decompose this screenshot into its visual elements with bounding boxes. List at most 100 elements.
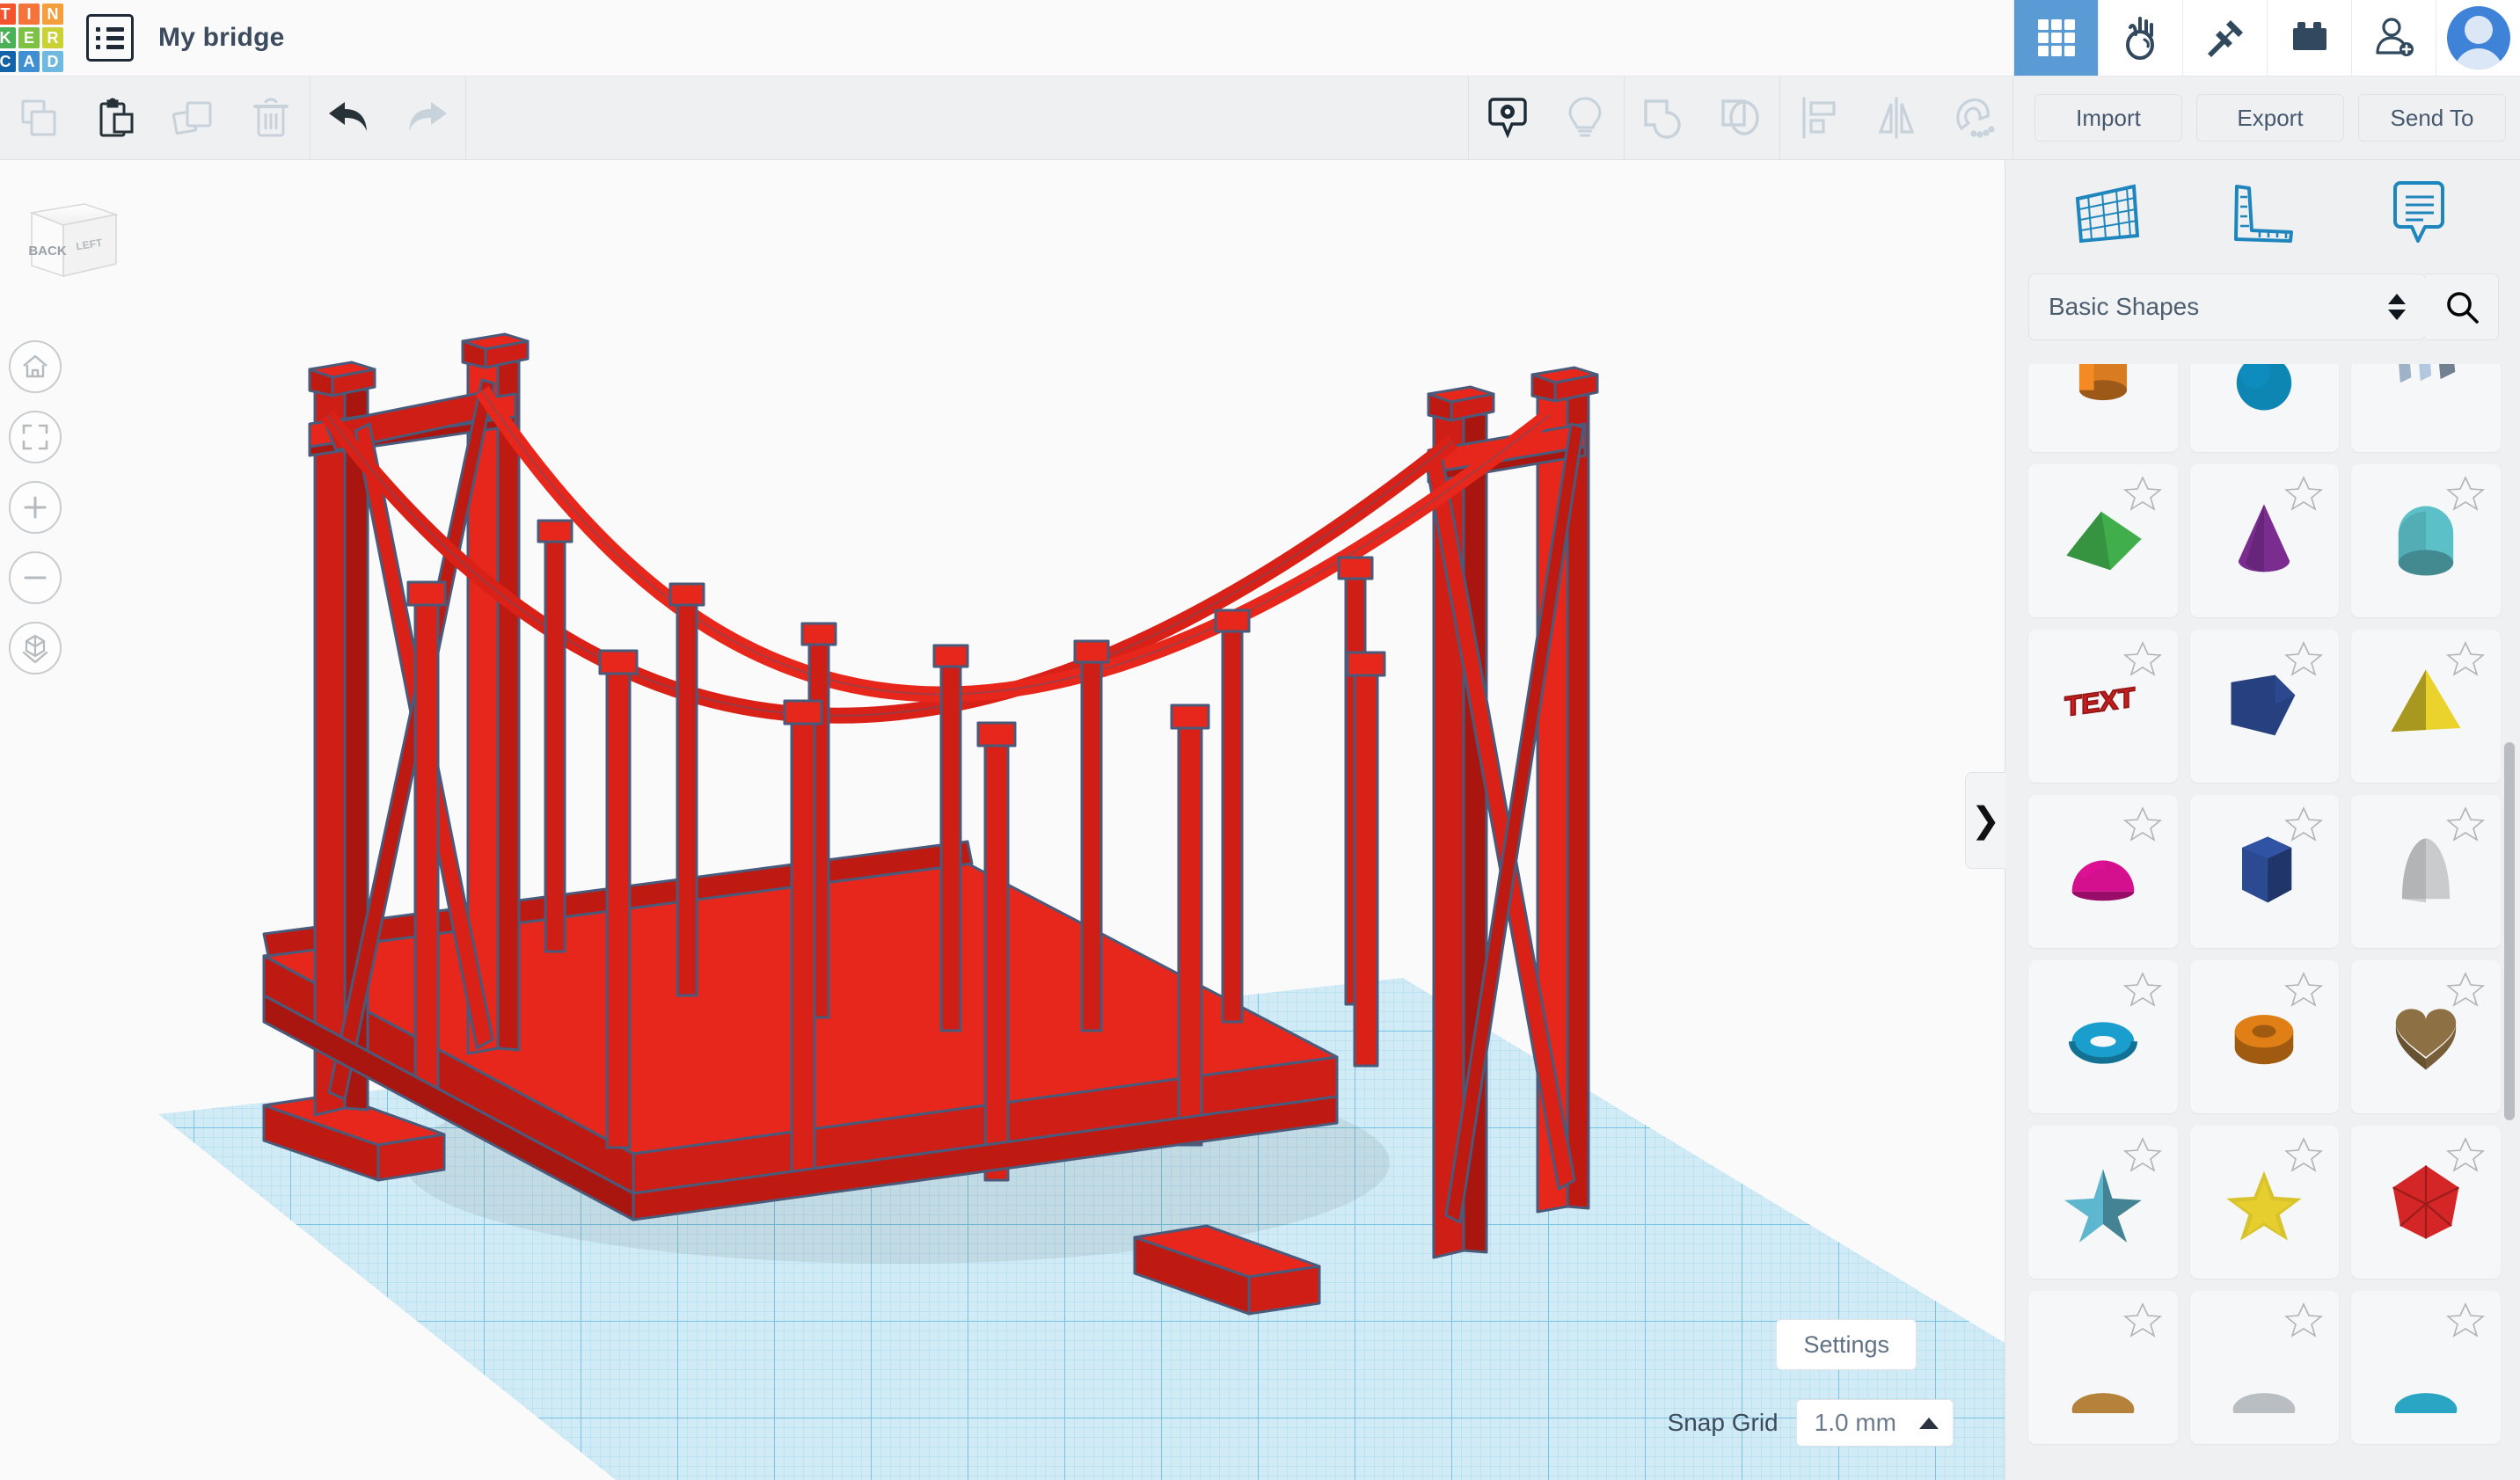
delete-icon[interactable]	[232, 76, 310, 160]
fit-to-view-icon[interactable]	[9, 411, 62, 463]
top-header-bar: TIN KER CAD My bridge	[0, 0, 2520, 76]
paraboloid-shape[interactable]	[2351, 364, 2501, 452]
shape-list[interactable]: TEXT	[2005, 364, 2520, 1480]
favorite-star-icon[interactable]	[2284, 640, 2324, 682]
settings-button[interactable]: Settings	[1776, 1319, 1917, 1370]
arrange-tool-group	[1780, 76, 2012, 160]
history-tool-group	[310, 76, 465, 160]
favorite-star-icon[interactable]	[2122, 806, 2162, 847]
design-canvas[interactable]: BACK LEFT Settings Snap Grid 1.0 mm	[0, 160, 2005, 1480]
workplane-tab-icon[interactable]	[2058, 171, 2155, 254]
snap-grid-select[interactable]: 1.0 mm	[1795, 1399, 1954, 1447]
torus-shape[interactable]	[2028, 960, 2178, 1113]
pyramid-shape[interactable]	[2351, 630, 2501, 783]
cylinder-shape-thumbnail	[2055, 364, 2151, 424]
shape-category-value: Basic Shapes	[2049, 293, 2200, 320]
cylinder-shape[interactable]	[2028, 364, 2178, 452]
import-button[interactable]: Import	[2034, 94, 2182, 142]
text-shape[interactable]: TEXT	[2028, 630, 2178, 783]
favorite-star-icon[interactable]	[2445, 971, 2486, 1012]
tube-shape[interactable]	[2189, 960, 2340, 1113]
favorite-star-icon[interactable]	[2445, 1301, 2486, 1343]
polygon-shape[interactable]	[2189, 795, 2340, 948]
half-sphere-shape[interactable]	[2028, 795, 2178, 948]
cone-grey-shape[interactable]	[2351, 795, 2501, 948]
redo-icon[interactable]	[388, 76, 465, 160]
group-icon[interactable]	[1625, 76, 1702, 160]
document-title[interactable]: My bridge	[158, 23, 284, 53]
polyhedron-shape[interactable]	[2351, 1126, 2501, 1279]
favorite-star-icon[interactable]	[2445, 1136, 2486, 1177]
cone-shape[interactable]	[2189, 464, 2340, 617]
sphere-shape[interactable]	[2189, 364, 2340, 452]
notes-tab-icon[interactable]	[2370, 171, 2467, 254]
main-toolbar: Import Export Send To	[0, 76, 2520, 160]
ungroup-icon[interactable]	[1702, 76, 1779, 160]
favorite-star-icon[interactable]	[2445, 475, 2486, 516]
panel-tabs	[2005, 160, 2520, 266]
star-flat-shape[interactable]	[2189, 1126, 2340, 1279]
magnet-snap-icon[interactable]	[1935, 76, 2012, 160]
undo-icon[interactable]	[310, 76, 388, 160]
tinkercad-logo[interactable]: TIN KER CAD	[0, 0, 63, 76]
align-icon[interactable]	[1780, 76, 1858, 160]
favorite-star-icon[interactable]	[2122, 640, 2162, 682]
copy-icon[interactable]	[0, 76, 77, 160]
box-shape[interactable]	[2189, 630, 2340, 783]
suspension-bridge-model	[262, 332, 1599, 1316]
3d-design-icon[interactable]	[2013, 0, 2098, 76]
favorite-star-icon[interactable]	[2284, 475, 2324, 516]
duplicate-icon[interactable]	[155, 76, 232, 160]
favorite-star-icon[interactable]	[2284, 1301, 2324, 1343]
favorite-star-icon[interactable]	[2122, 971, 2162, 1012]
list-document-icon[interactable]	[86, 14, 134, 62]
favorite-star-icon[interactable]	[2122, 1301, 2162, 1343]
add-person-icon[interactable]	[2351, 0, 2436, 76]
ruler-tab-icon[interactable]	[2214, 171, 2311, 254]
search-icon[interactable]	[2425, 273, 2499, 340]
ortho-perspective-icon[interactable]	[9, 622, 62, 674]
minecraft-pickaxe-icon[interactable]	[2182, 0, 2267, 76]
view-tool-group	[1469, 76, 1624, 160]
avatar[interactable]	[2436, 0, 2520, 76]
star-3d-shape[interactable]	[2028, 1126, 2178, 1279]
favorite-star-icon[interactable]	[2445, 640, 2486, 682]
favorite-star-icon[interactable]	[2122, 475, 2162, 516]
logo-tile-i: I	[18, 4, 40, 25]
send-to-button[interactable]: Send To	[2358, 94, 2506, 142]
logo-tile-e: E	[18, 27, 40, 48]
zoom-in-icon[interactable]	[9, 481, 62, 534]
codeblocks-icon[interactable]	[2098, 0, 2182, 76]
logo-tile-t: T	[0, 4, 16, 25]
lego-brick-icon[interactable]	[2267, 0, 2351, 76]
favorite-star-icon[interactable]	[2284, 806, 2324, 847]
favorite-star-icon[interactable]	[2122, 1136, 2162, 1177]
paste-icon[interactable]	[77, 76, 155, 160]
caret-up-icon	[1919, 1417, 1939, 1429]
panel-collapse-button[interactable]: ❯	[1965, 771, 2005, 869]
view-navigation-controls	[9, 340, 62, 674]
zoom-out-icon[interactable]	[9, 551, 62, 604]
shape-list-scrollbar[interactable]	[2504, 742, 2515, 1120]
teal-shape[interactable]	[2351, 1291, 2501, 1444]
logo-tile-c: C	[0, 51, 16, 72]
extrusion-shape[interactable]	[2028, 1291, 2178, 1444]
chevron-updown-icon	[2388, 294, 2406, 320]
favorite-star-icon[interactable]	[2284, 971, 2324, 1012]
lightbulb-icon[interactable]	[1546, 76, 1624, 160]
heart-shape[interactable]	[2351, 960, 2501, 1113]
shape-category-select[interactable]: Basic Shapes	[2028, 273, 2426, 340]
favorite-star-icon[interactable]	[2284, 1136, 2324, 1177]
snap-grid-control: Snap Grid 1.0 mm	[1668, 1399, 1954, 1447]
home-view-icon[interactable]	[9, 340, 62, 393]
show-hide-icon[interactable]	[1469, 76, 1546, 160]
mirror-icon[interactable]	[1858, 76, 1935, 160]
export-button[interactable]: Export	[2196, 94, 2344, 142]
logo-tile-a: A	[18, 51, 40, 72]
roof-shape[interactable]	[2351, 464, 2501, 617]
cylinder-grey-shape[interactable]	[2189, 1291, 2340, 1444]
wedge-shape[interactable]	[2028, 464, 2178, 617]
favorite-star-icon[interactable]	[2445, 806, 2486, 847]
shape-category-row: Basic Shapes	[2005, 266, 2520, 364]
view-cube[interactable]: BACK LEFT	[16, 188, 121, 285]
